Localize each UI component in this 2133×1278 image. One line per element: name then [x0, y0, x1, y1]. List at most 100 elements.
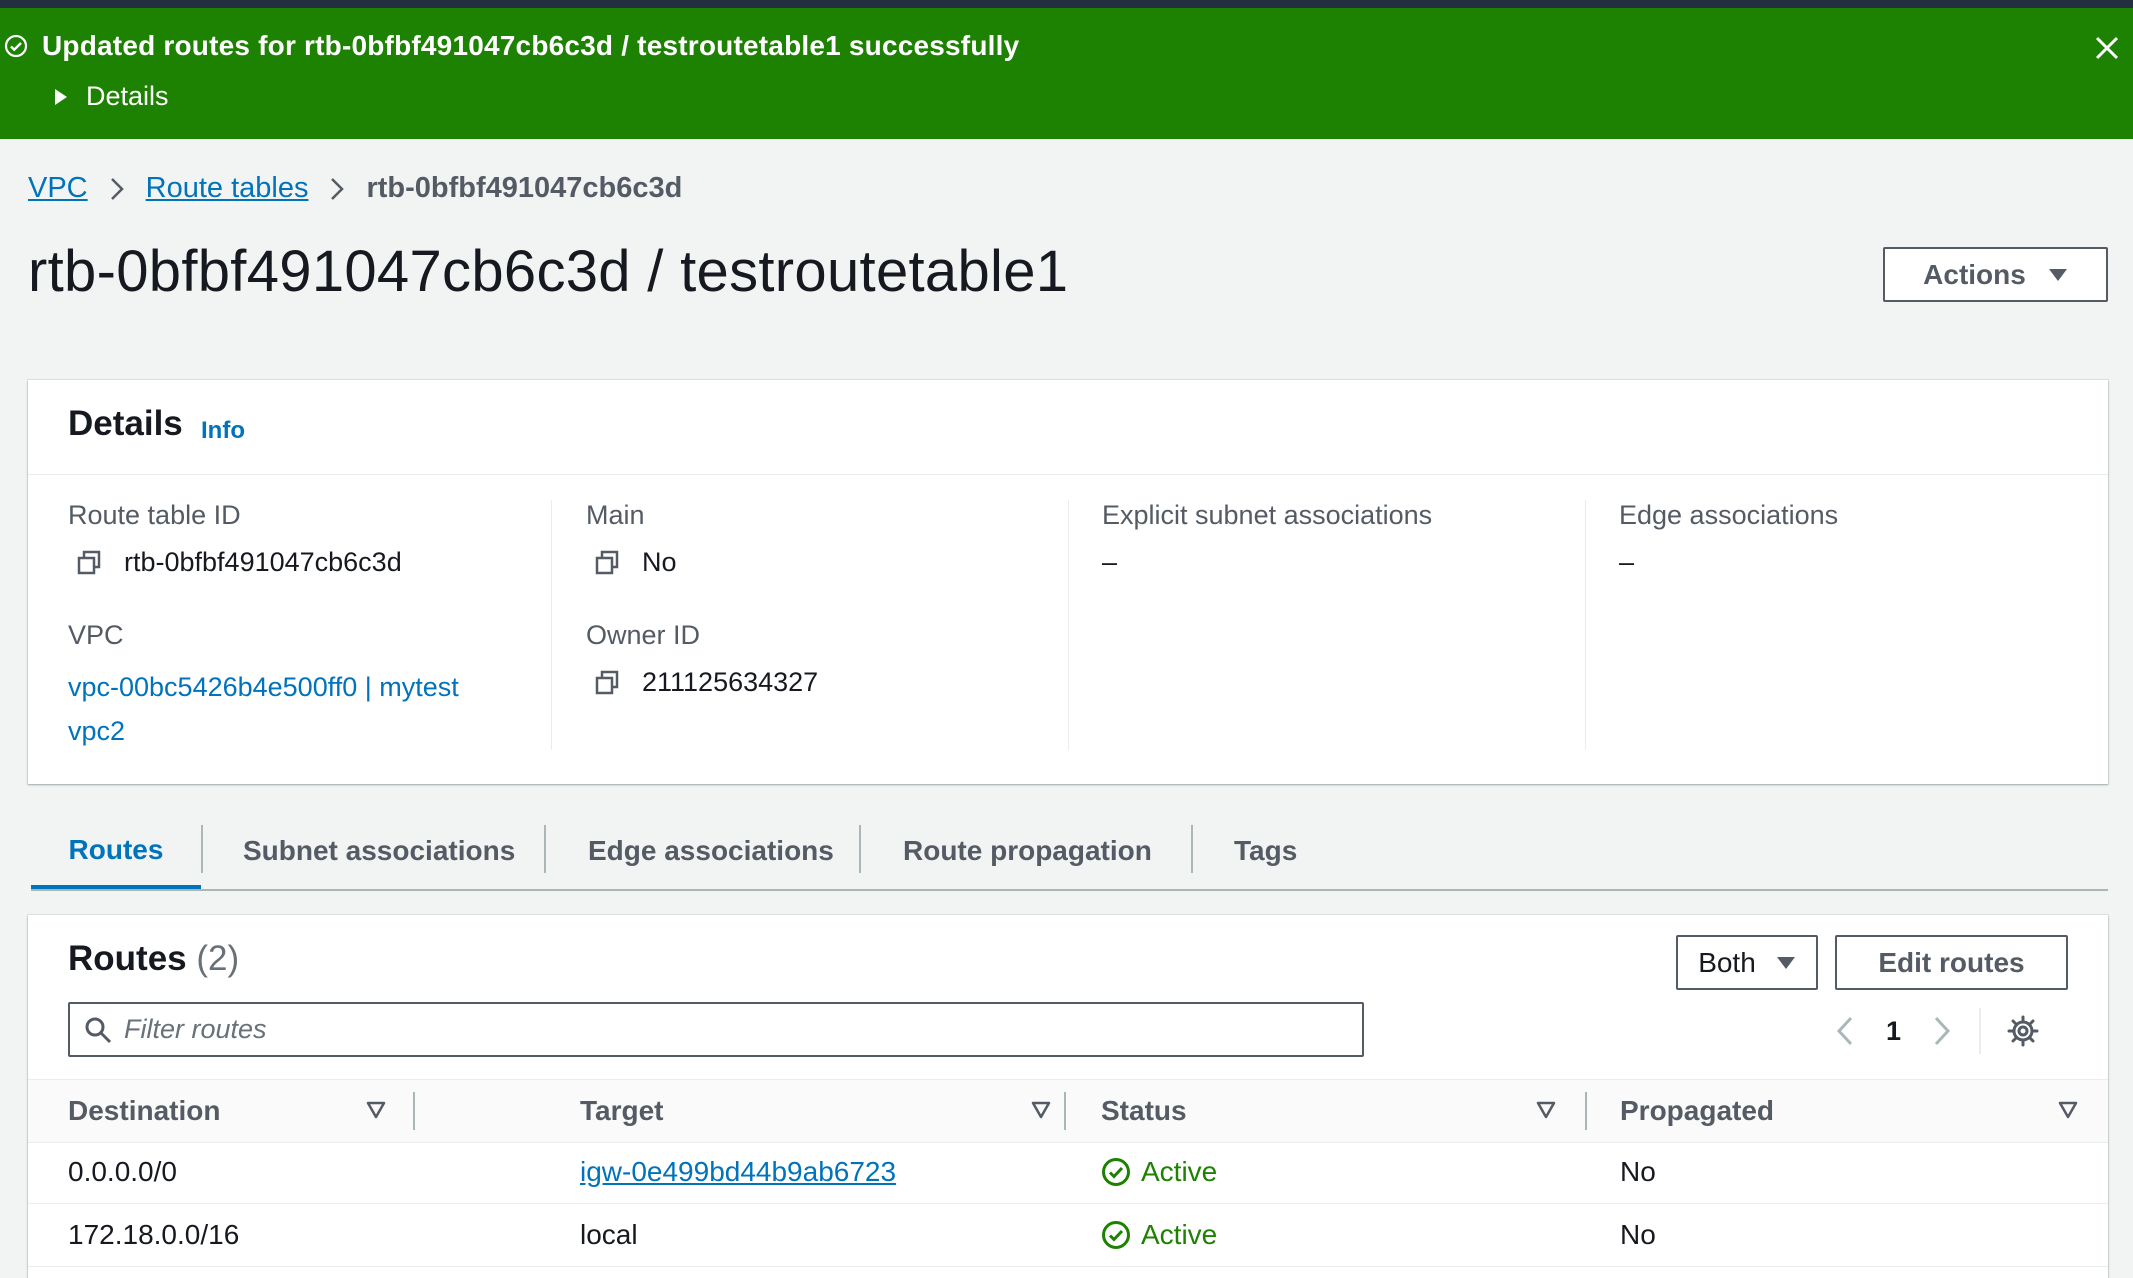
- flash-message: Updated routes for rtb-0bfbf491047cb6c3d…: [42, 30, 1020, 61]
- column-divider: [1585, 500, 1586, 750]
- pagination: 1: [1836, 1008, 2039, 1054]
- sort-caret-icon[interactable]: [2058, 1100, 2078, 1120]
- tab-route-propagation[interactable]: Route propagation: [903, 815, 1152, 887]
- column-header-target[interactable]: Target: [580, 1080, 664, 1142]
- vpc-field: VPC vpc-00bc5426b4e500ff0 | mytest vpc2: [68, 620, 508, 753]
- target-igw-link[interactable]: igw-0e499bd44b9ab6723: [580, 1156, 896, 1188]
- cell-destination: 172.18.0.0/16: [68, 1219, 240, 1250]
- cell-status: Active: [1101, 1204, 1217, 1266]
- column-resizer[interactable]: [413, 1092, 415, 1130]
- column-divider: [551, 500, 552, 750]
- settings-gear-icon[interactable]: [2007, 1015, 2039, 1047]
- sort-caret-icon[interactable]: [366, 1100, 386, 1120]
- cell-propagated: No: [1620, 1219, 1656, 1250]
- route-table-id-value: rtb-0bfbf491047cb6c3d: [124, 547, 402, 577]
- table-header: Destination Target Status Propagated: [28, 1079, 2108, 1143]
- breadcrumb-current: rtb-0bfbf491047cb6c3d: [366, 172, 683, 204]
- tab-routes[interactable]: Routes: [31, 815, 201, 889]
- filter-routes-box: [68, 1002, 1364, 1057]
- caret-down-icon: [2048, 268, 2068, 282]
- table-row: 0.0.0.0/0 igw-0e499bd44b9ab6723 Active N…: [28, 1141, 2108, 1204]
- page-number[interactable]: 1: [1886, 1016, 1901, 1047]
- routes-panel: Routes (2) Both Edit routes 1: [28, 915, 2108, 1278]
- cell-status: Active: [1101, 1141, 1217, 1203]
- tab-edge-associations[interactable]: Edge associations: [588, 815, 834, 887]
- filter-routes-input[interactable]: [122, 1013, 1326, 1046]
- owner-id-field: Owner ID 211125634327: [586, 620, 818, 698]
- tab-separator: [201, 825, 203, 873]
- pager-divider: [1979, 1008, 1982, 1054]
- details-header: Details Info: [28, 380, 2108, 475]
- cell-destination: 0.0.0.0/0: [68, 1156, 177, 1187]
- flash-header: Updated routes for rtb-0bfbf491047cb6c3d…: [4, 30, 1019, 62]
- vpc-link[interactable]: vpc-00bc5426b4e500ff0 | mytest vpc2: [68, 665, 508, 753]
- breadcrumb-route-tables[interactable]: Route tables: [146, 172, 309, 205]
- caret-right-icon: [54, 88, 68, 106]
- status-text: Active: [1141, 1156, 1218, 1187]
- tab-separator: [1191, 825, 1193, 873]
- chevron-right-icon: [110, 177, 124, 201]
- info-link[interactable]: Info: [201, 417, 245, 445]
- next-page-icon[interactable]: [1933, 1016, 1951, 1046]
- column-resizer[interactable]: [1064, 1092, 1066, 1130]
- breadcrumb: VPC Route tables rtb-0bfbf491047cb6c3d: [28, 172, 682, 205]
- column-resizer[interactable]: [1585, 1092, 1587, 1130]
- route-table-id-label: Route table ID: [68, 500, 241, 530]
- details-heading: Details: [68, 404, 183, 443]
- sort-caret-icon[interactable]: [1031, 1100, 1051, 1120]
- copy-icon[interactable]: [594, 670, 620, 696]
- flash-details-toggle[interactable]: Details: [54, 81, 169, 112]
- edit-routes-button[interactable]: Edit routes: [1835, 935, 2068, 990]
- details-panel: Details Info Route table ID rtb-0bfbf491…: [28, 380, 2108, 784]
- status-active-icon: [1101, 1157, 1131, 1187]
- status-active-icon: [1101, 1220, 1131, 1250]
- edge-associations-value: –: [1619, 547, 1635, 577]
- tab-bar: Routes Subnet associations Edge associat…: [31, 815, 2108, 891]
- chevron-right-icon: [330, 177, 345, 201]
- tab-separator: [859, 825, 861, 873]
- search-icon: [84, 1016, 112, 1044]
- column-header-propagated[interactable]: Propagated: [1620, 1080, 1774, 1142]
- caret-down-icon: [1776, 956, 1796, 970]
- edge-associations-field: Edge associations –: [1619, 500, 1838, 578]
- copy-icon[interactable]: [76, 550, 102, 576]
- explicit-subnet-label: Explicit subnet associations: [1102, 500, 1433, 530]
- tab-tags[interactable]: Tags: [1234, 815, 1297, 887]
- routes-heading: Routes (2): [68, 939, 239, 979]
- route-filter-select[interactable]: Both: [1676, 935, 1818, 990]
- main-label: Main: [586, 500, 645, 530]
- copy-icon[interactable]: [594, 550, 620, 576]
- routes-count: (2): [196, 939, 240, 978]
- routes-title: Routes: [68, 939, 187, 978]
- explicit-subnet-field: Explicit subnet associations –: [1102, 500, 1432, 578]
- explicit-subnet-value: –: [1102, 547, 1118, 577]
- column-divider: [1068, 500, 1069, 750]
- main-field: Main No: [586, 500, 677, 578]
- main-value: No: [642, 547, 677, 577]
- tab-subnet-associations[interactable]: Subnet associations: [243, 815, 515, 887]
- page-title: rtb-0bfbf491047cb6c3d / testroutetable1: [28, 239, 1069, 304]
- column-header-status[interactable]: Status: [1101, 1080, 1187, 1142]
- previous-page-icon[interactable]: [1836, 1016, 1854, 1046]
- vpc-label: VPC: [68, 620, 124, 650]
- success-check-icon: [4, 34, 28, 58]
- top-nav-strip: [0, 0, 2133, 8]
- status-text: Active: [1141, 1219, 1218, 1250]
- edge-associations-label: Edge associations: [1619, 500, 1839, 530]
- flash-details-label: Details: [86, 81, 169, 111]
- sort-caret-icon[interactable]: [1536, 1100, 1556, 1120]
- owner-id-label: Owner ID: [586, 620, 701, 650]
- route-filter-select-value: Both: [1698, 946, 1756, 978]
- table-row: 172.18.0.0/16 local Active No: [28, 1204, 2108, 1267]
- cell-target: local: [580, 1219, 638, 1250]
- flash-close-icon[interactable]: [2095, 36, 2119, 65]
- owner-id-value: 211125634327: [642, 667, 819, 697]
- column-header-destination[interactable]: Destination: [68, 1080, 220, 1142]
- breadcrumb-vpc[interactable]: VPC: [28, 172, 88, 205]
- actions-dropdown-button[interactable]: Actions: [1883, 247, 2108, 302]
- cell-propagated: No: [1620, 1156, 1656, 1187]
- success-flashbar: Updated routes for rtb-0bfbf491047cb6c3d…: [0, 8, 2133, 139]
- actions-label: Actions: [1923, 258, 2026, 290]
- tab-separator: [544, 825, 546, 873]
- route-table-id-field: Route table ID rtb-0bfbf491047cb6c3d: [68, 500, 402, 578]
